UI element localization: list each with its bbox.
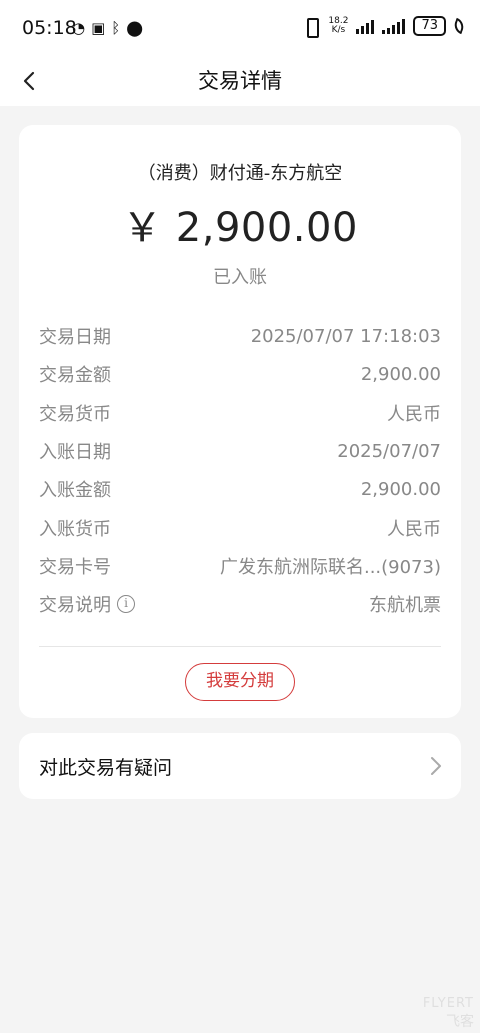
dispute-row[interactable]: 对此交易有疑问 [19, 733, 461, 799]
detail-value: 东航机票 [369, 595, 441, 617]
status-time: 05:18 [22, 17, 77, 39]
detail-value: 2,900.00 [360, 478, 441, 500]
nav-bar: 交易详情 [0, 56, 480, 106]
divider [39, 646, 441, 647]
detail-row-trade-currency: 交易货币 人民币 [39, 394, 441, 432]
detail-value: 人民币 [387, 518, 441, 540]
status-left-icons: ◔ ▣ ᛒ ⬤ [72, 18, 143, 38]
bluetooth-icon: ᛒ [111, 19, 121, 37]
detail-row-trade-amount: 交易金额 2,900.00 [39, 355, 441, 393]
installment-button[interactable]: 我要分期 [185, 663, 295, 701]
detail-row-posting-date: 入账日期 2025/07/07 [39, 432, 441, 470]
detail-label: 入账日期 [39, 442, 111, 464]
detail-value: 2025/07/07 [337, 440, 441, 462]
detail-list: 交易日期 2025/07/07 17:18:03 交易金额 2,900.00 交… [39, 317, 441, 623]
status-right-icons: 18.2 K/s 73 [302, 16, 467, 38]
info-icon[interactable]: i [117, 595, 135, 614]
status-bar: 05:18 ◔ ▣ ᛒ ⬤ 18.2 K/s 73 [0, 0, 480, 56]
detail-value: 2,900.00 [360, 363, 441, 385]
detail-row-trade-date: 交易日期 2025/07/07 17:18:03 [39, 317, 441, 355]
nfc-icon: ▣ [91, 19, 106, 37]
network-speed: 18.2 K/s [328, 17, 348, 35]
detail-label: 交易说明 [39, 595, 111, 617]
hd-call-icon: ◔ [72, 19, 86, 37]
watermark-logo: FLYERT 飞客 [423, 996, 474, 1031]
chevron-right-icon [431, 757, 441, 775]
signal-icon [356, 18, 375, 34]
detail-row-posting-currency: 入账货币 人民币 [39, 508, 441, 546]
detail-value: 人民币 [387, 403, 441, 425]
detail-row-posting-amount: 入账金额 2,900.00 [39, 470, 441, 508]
network-speed-unit: K/s [331, 25, 346, 35]
dispute-label: 对此交易有疑问 [39, 757, 173, 779]
detail-row-card-number: 交易卡号 广发东航洲际联名...(9073) [39, 547, 441, 585]
transaction-card: （消费）财付通-东方航空 ￥ 2,900.00 已入账 交易日期 2025/07… [19, 125, 461, 718]
battery-icon: 73 [413, 16, 446, 36]
page-title: 交易详情 [198, 69, 282, 93]
detail-label: 交易金额 [39, 365, 111, 387]
detail-label-with-info: 交易说明 i [39, 591, 135, 617]
detail-label: 交易货币 [39, 403, 111, 425]
detail-row-description: 交易说明 i 东航机票 [39, 585, 441, 623]
watermark-text-top: FLYERT [422, 996, 474, 1011]
detail-label: 入账金额 [39, 480, 111, 502]
signal-icon-2 [382, 18, 406, 34]
location-icon: ⬤ [126, 19, 144, 37]
vibrate-icon [302, 16, 320, 38]
merchant-name: （消费）财付通-东方航空 [137, 163, 343, 184]
detail-label: 交易卡号 [39, 556, 111, 578]
transaction-amount: ￥ 2,900.00 [122, 205, 358, 251]
watermark-text-bottom: 飞客 [446, 1014, 474, 1030]
power-saving-leaf-icon [451, 17, 467, 35]
posting-status: 已入账 [213, 267, 267, 288]
detail-label: 入账货币 [39, 518, 111, 540]
detail-value: 广发东航洲际联名...(9073) [219, 556, 441, 578]
detail-label: 交易日期 [39, 327, 111, 349]
detail-value: 2025/07/07 17:18:03 [250, 325, 441, 347]
